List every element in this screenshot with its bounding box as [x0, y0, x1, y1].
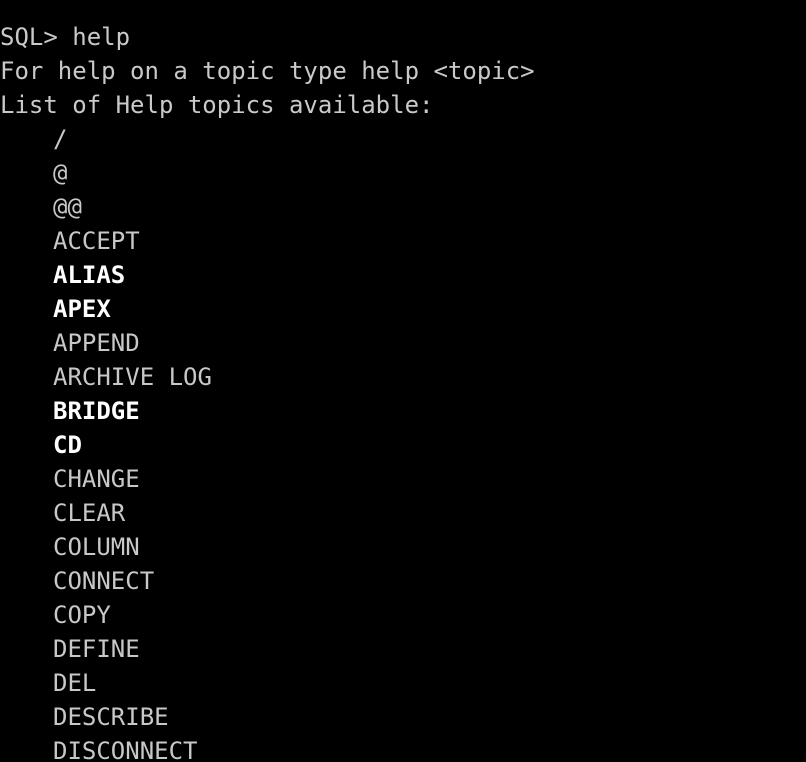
help-topic-item: CONNECT: [53, 567, 155, 595]
help-topic-item: DEFINE: [53, 635, 140, 663]
help-topic-item: ARCHIVE LOG: [53, 363, 212, 391]
help-topic-item: APPEND: [53, 329, 140, 357]
help-topic-item: ACCEPT: [53, 227, 140, 255]
help-topic-item: @@: [53, 193, 82, 221]
terminal-window[interactable]: SQL> help For help on a topic type help …: [0, 0, 806, 762]
prompt-command-line: SQL> help: [0, 23, 131, 51]
help-topic-item: BRIDGE: [53, 397, 140, 425]
help-topic-item: /: [53, 125, 68, 153]
help-topic-item: ALIAS: [53, 261, 126, 289]
help-topic-item: DESCRIBE: [53, 703, 169, 731]
help-topic-item: CLEAR: [53, 499, 126, 527]
help-topic-item: DISCONNECT: [53, 737, 198, 762]
help-topic-item: CHANGE: [53, 465, 140, 493]
help-topic-item: CD: [53, 431, 82, 459]
help-topic-item: APEX: [53, 295, 111, 323]
help-topic-item: @: [53, 159, 68, 187]
help-topic-item: COPY: [53, 601, 111, 629]
help-topic-item: COLUMN: [53, 533, 140, 561]
help-topics-header: List of Help topics available:: [0, 91, 434, 119]
help-topic-item: DEL: [53, 669, 97, 697]
help-topic-list: / @ @@ ACCEPT ALIAS APEX APPEND ARCHIVE LOG BRID…: [0, 122, 806, 762]
terminal-screen[interactable]: SQL> help For help on a topic type help …: [0, 0, 806, 762]
help-hint-line: For help on a topic type help <topic>: [0, 57, 535, 85]
